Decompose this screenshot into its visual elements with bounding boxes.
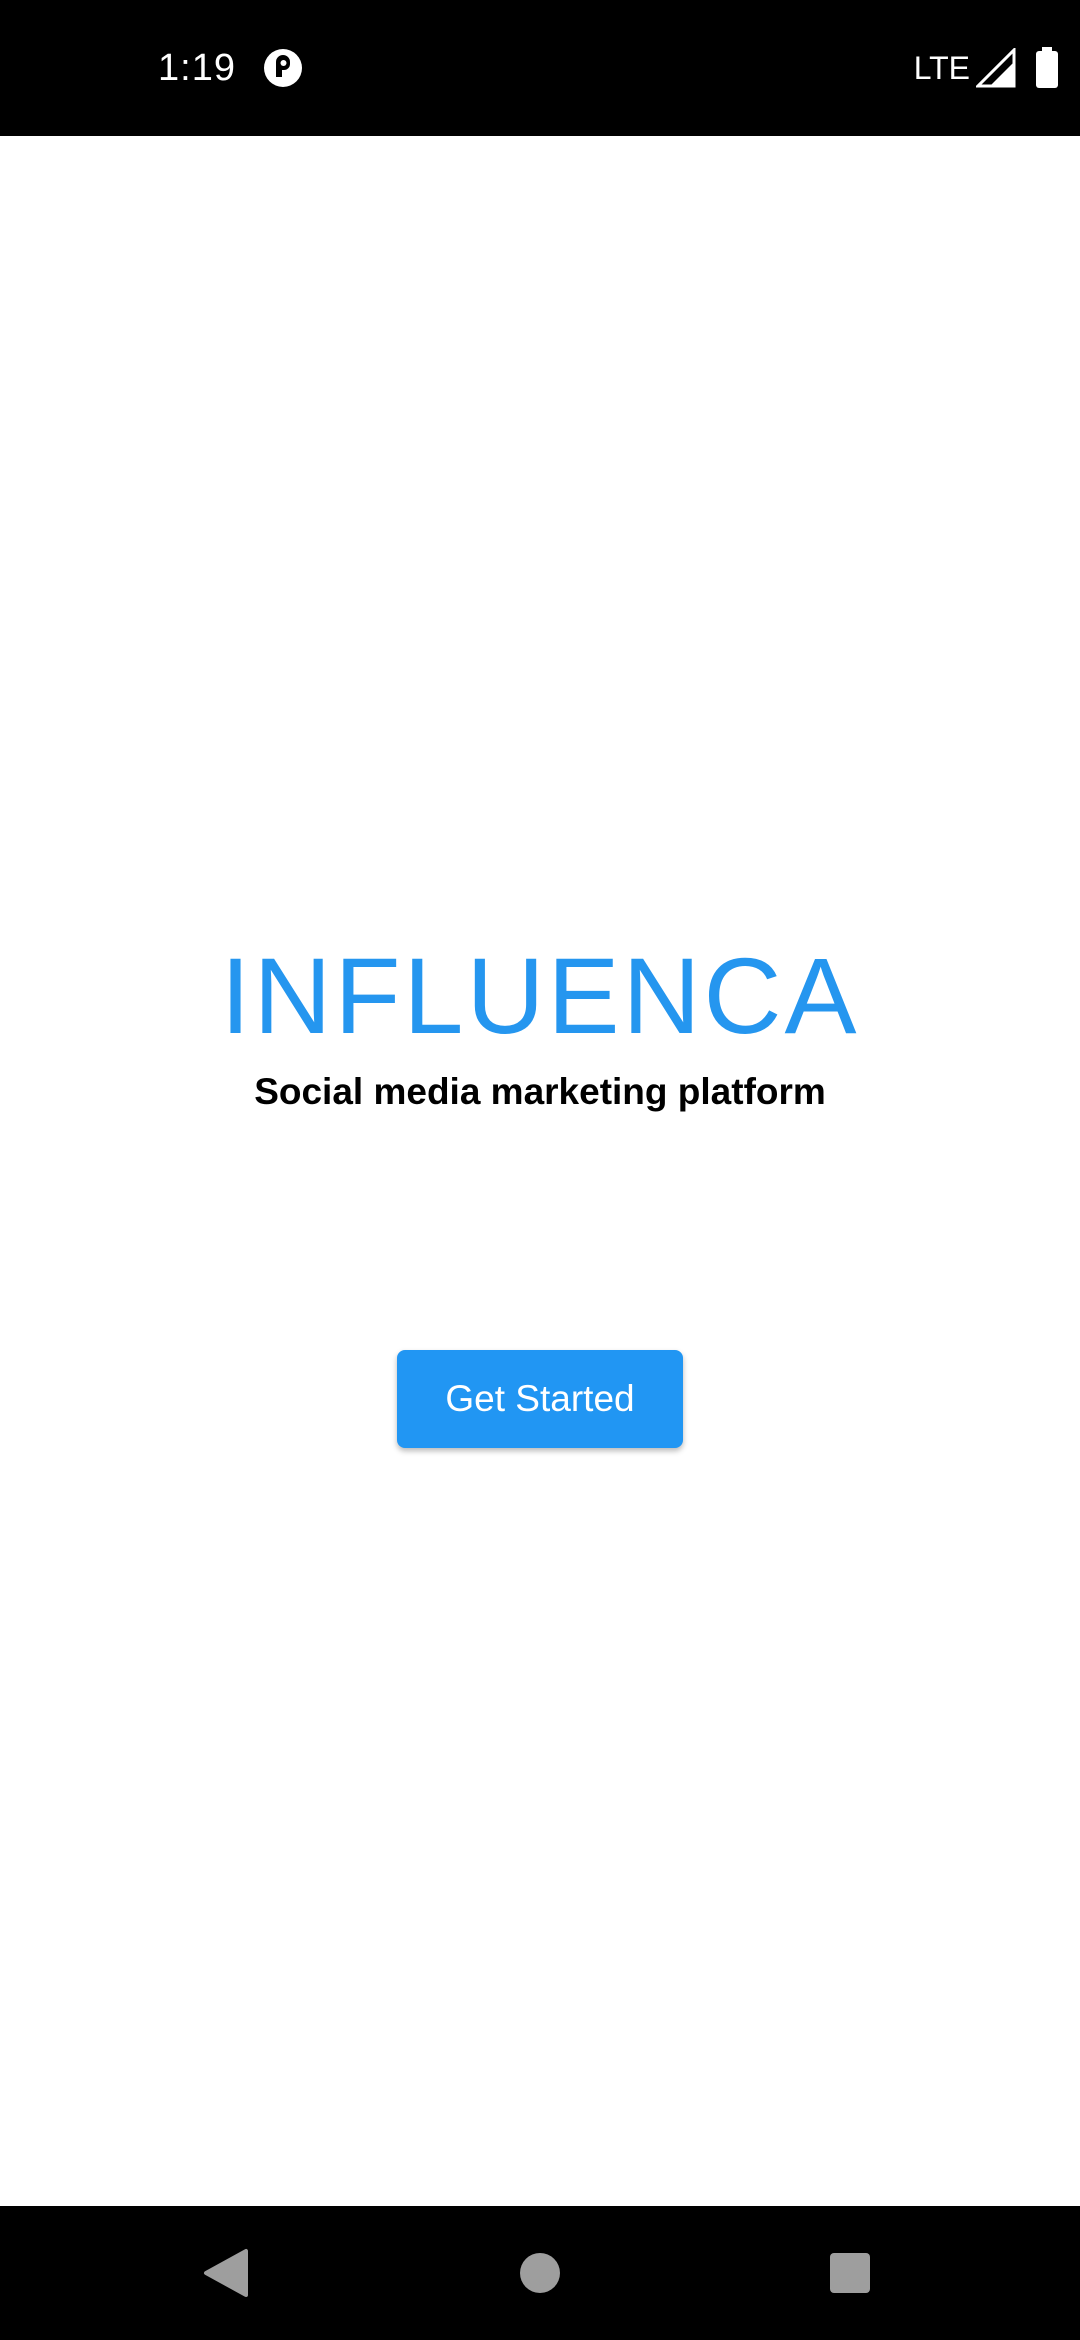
get-started-button[interactable]: Get Started <box>397 1350 683 1448</box>
app-title: INFLUENCA <box>220 935 860 1056</box>
app-tagline: Social media marketing platform <box>254 1071 826 1112</box>
home-icon[interactable] <box>510 2243 570 2303</box>
status-indicators: LTE <box>914 44 1060 92</box>
network-type-label: LTE <box>913 49 970 86</box>
recents-icon[interactable] <box>820 2243 880 2303</box>
app-notification-icon <box>264 49 302 87</box>
splash-screen: 1:19 LTE INFLUENCA Social media marketin… <box>0 0 1080 2340</box>
back-icon[interactable] <box>196 2243 256 2303</box>
navigation-bar <box>0 2206 1080 2340</box>
battery-icon <box>1036 47 1058 88</box>
status-time: 1:19 <box>158 47 236 89</box>
signal-icon <box>976 48 1016 88</box>
status-bar: 1:19 LTE <box>0 0 1080 136</box>
